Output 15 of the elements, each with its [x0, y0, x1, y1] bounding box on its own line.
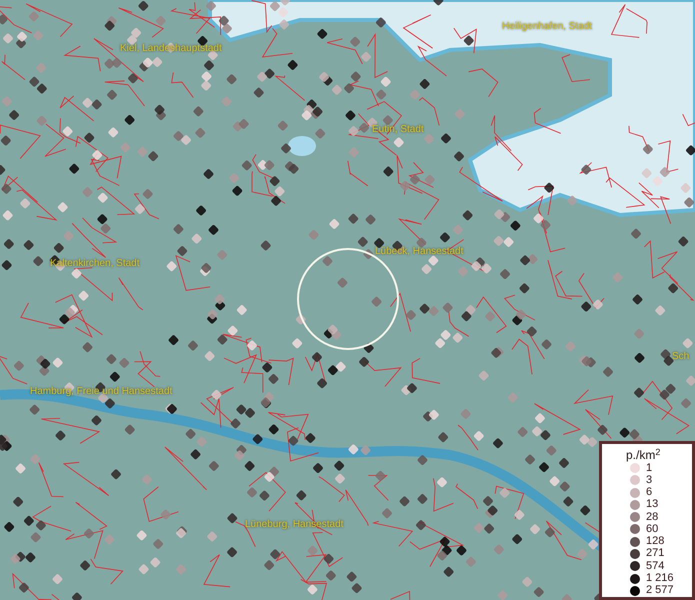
legend-label: 60 — [646, 524, 658, 535]
legend-label: 28 — [646, 512, 658, 523]
place-label: Sch — [672, 352, 690, 362]
legend-label: 13 — [646, 499, 658, 510]
legend-title: p./km$^{2}$ — [626, 448, 662, 462]
legend-label: 574 — [646, 560, 664, 572]
legend-label: 128 — [646, 536, 664, 548]
legend-label: 3 — [646, 474, 652, 486]
legend-label: 271 — [646, 548, 664, 560]
legend-label: 6 — [646, 487, 652, 498]
place-label: Hamburg, Freie und Hansestadt — [30, 387, 172, 397]
legend-label: 1 216 — [646, 573, 674, 584]
place-label: Heiligenhafen, Stadt — [502, 22, 592, 32]
legend-label: 1 — [646, 462, 652, 474]
legend-label: 2 577 — [646, 585, 674, 596]
